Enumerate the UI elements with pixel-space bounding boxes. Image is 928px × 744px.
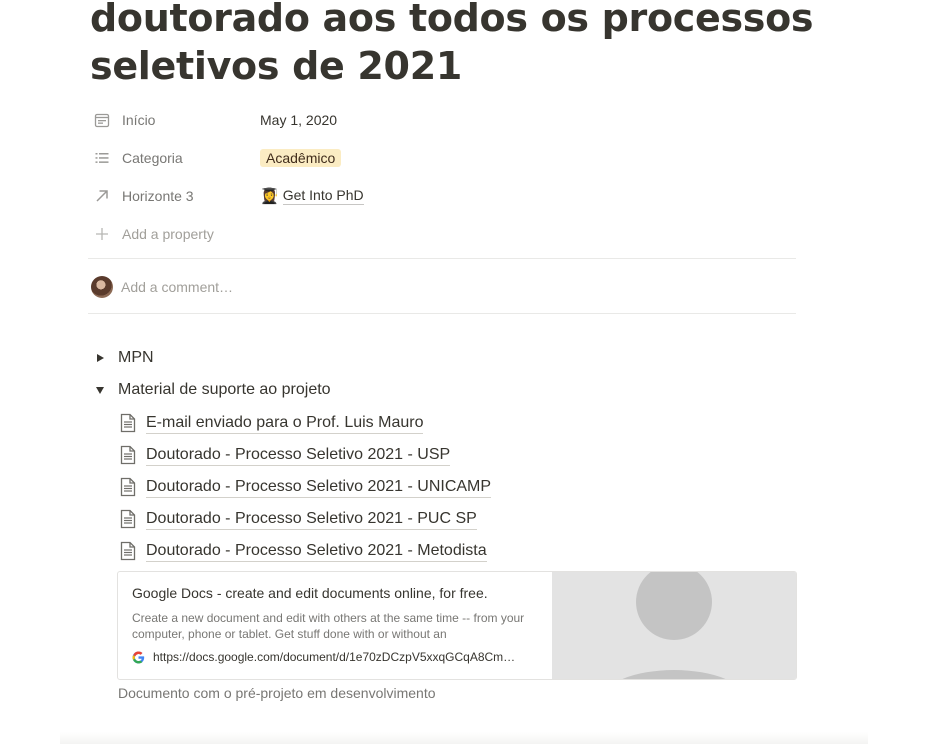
property-row-horizonte[interactable]: Horizonte 3 👩‍🎓 Get Into PhD — [88, 177, 796, 215]
divider — [88, 313, 796, 314]
document-icon — [118, 444, 138, 466]
plus-icon — [92, 224, 112, 244]
property-value-relation[interactable]: 👩‍🎓 Get Into PhD — [260, 187, 364, 205]
toggle-material-suporte[interactable]: Material de suporte ao projeto — [90, 380, 331, 400]
comment-box[interactable]: Add a comment… — [88, 268, 796, 306]
google-icon — [132, 651, 145, 664]
bookmark-url-row: https://docs.google.com/document/d/1e70z… — [132, 650, 538, 664]
bookmark-text: Google Docs - create and edit documents … — [118, 572, 552, 679]
property-row-categoria[interactable]: Categoria Acadêmico — [88, 139, 796, 177]
triangle-right-icon[interactable] — [90, 348, 110, 368]
page-list: E-mail enviado para o Prof. Luis Mauro D… — [118, 407, 492, 567]
comment-input[interactable]: Add a comment… — [121, 279, 233, 295]
property-key[interactable]: Início — [88, 110, 260, 130]
bookmark-url: https://docs.google.com/document/d/1e70z… — [153, 650, 516, 664]
page-link[interactable]: Doutorado - Processo Seletivo 2021 - Met… — [118, 535, 491, 567]
toggle-label: MPN — [118, 349, 154, 366]
page-link-title: Doutorado - Processo Seletivo 2021 - UNI… — [146, 477, 492, 498]
avatar-placeholder-icon — [622, 572, 726, 679]
bookmark-caption: Documento com o pré-projeto em desenvolv… — [118, 685, 436, 701]
page-link[interactable]: Doutorado - Processo Seletivo 2021 - USP — [118, 439, 491, 471]
property-value-date[interactable]: May 1, 2020 — [260, 112, 337, 128]
property-key-label: Início — [122, 112, 156, 128]
bookmark-description: Create a new document and edit with othe… — [132, 611, 525, 641]
page-link-title: E-mail enviado para o Prof. Luis Mauro — [146, 413, 424, 434]
document-icon — [118, 508, 138, 530]
bookmark-card[interactable]: Google Docs - create and edit documents … — [117, 571, 797, 680]
bookmark-title: Google Docs - create and edit documents … — [132, 585, 488, 601]
bookmark-thumbnail — [552, 572, 796, 679]
triangle-down-icon[interactable] — [90, 380, 110, 400]
page-link-title: Doutorado - Processo Seletivo 2021 - Met… — [146, 541, 487, 562]
calendar-icon — [92, 110, 112, 130]
property-key[interactable]: Horizonte 3 — [88, 186, 260, 206]
toggle-label: Material de suporte ao projeto — [118, 381, 331, 398]
bottom-shadow — [60, 732, 868, 744]
document-icon — [118, 412, 138, 434]
page-title[interactable]: doutorado aos todos os processos seletiv… — [90, 0, 850, 90]
property-value-select[interactable]: Acadêmico — [260, 149, 342, 167]
add-property-button[interactable]: Add a property — [88, 215, 796, 253]
student-emoji-icon: 👩‍🎓 — [260, 188, 279, 205]
property-key[interactable]: Categoria — [88, 148, 260, 168]
avatar — [91, 276, 113, 298]
page-link-title: Doutorado - Processo Seletivo 2021 - USP — [146, 445, 451, 466]
divider — [88, 258, 796, 259]
property-key-label: Horizonte 3 — [122, 188, 194, 204]
property-key-label: Categoria — [122, 150, 183, 166]
page-link[interactable]: Doutorado - Processo Seletivo 2021 - PUC… — [118, 503, 491, 535]
arrow-up-right-icon — [92, 186, 112, 206]
property-row-inicio[interactable]: Início May 1, 2020 — [88, 101, 796, 139]
category-tag: Acadêmico — [260, 149, 342, 167]
relation-link[interactable]: Get Into PhD — [282, 187, 364, 205]
add-property-label: Add a property — [122, 226, 214, 242]
properties-panel: Início May 1, 2020 Categoria Acadêmico H… — [88, 101, 796, 253]
page-link[interactable]: E-mail enviado para o Prof. Luis Mauro — [118, 407, 491, 439]
toggle-mpn[interactable]: MPN — [90, 348, 154, 368]
page-link-title: Doutorado - Processo Seletivo 2021 - PUC… — [146, 509, 477, 530]
page-link[interactable]: Doutorado - Processo Seletivo 2021 - UNI… — [118, 471, 492, 503]
list-icon — [92, 148, 112, 168]
document-icon — [118, 540, 138, 562]
document-icon — [118, 476, 138, 498]
